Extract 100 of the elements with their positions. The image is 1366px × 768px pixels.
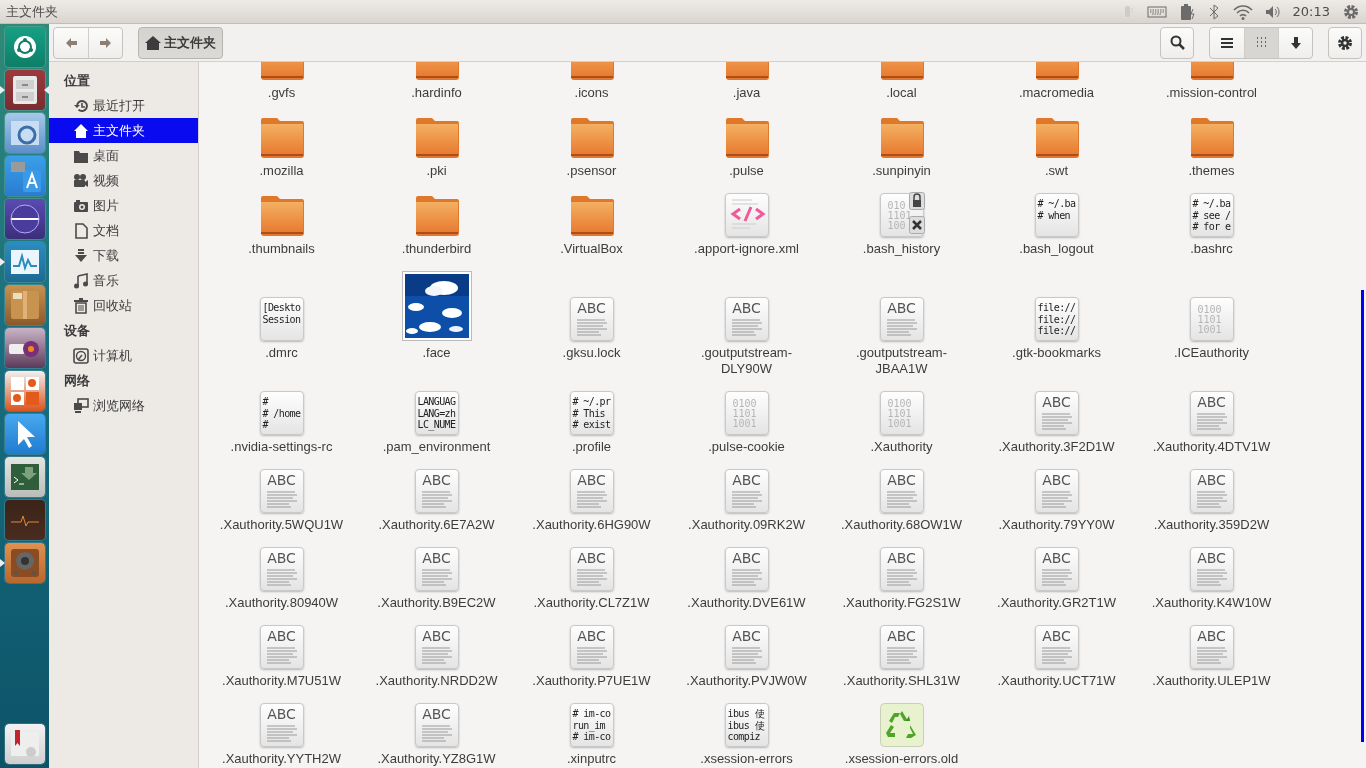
sidebar-item[interactable]: 回收站 [49,293,198,318]
document-icon[interactable]: ABC [1189,469,1234,513]
file-name[interactable]: .mission-control [1166,85,1257,101]
sidebar-item[interactable]: 下载 [49,243,198,268]
file-name[interactable]: .Xauthority.K4W10W [1151,595,1272,611]
file-name[interactable]: .Xauthority.4DTV1W [1152,439,1271,455]
file-name[interactable]: .Xauthority.GR2T1W [997,595,1116,611]
document-icon[interactable]: ABC [569,625,614,669]
app-launcher-icon[interactable] [4,199,45,239]
document-icon[interactable]: ABC [414,703,459,747]
folder-icon[interactable] [414,193,459,237]
folder-icon[interactable] [1189,115,1234,159]
file-name[interactable]: .Xauthority.CL7Z1W [533,595,650,611]
file-name[interactable]: .gvfs [267,85,296,101]
app-launcher-icon[interactable] [4,70,45,110]
file-name[interactable]: .dmrc [265,345,298,361]
document-icon[interactable]: ABC [414,469,459,513]
sidebar-item[interactable]: 主文件夹 [49,118,198,143]
file-name[interactable]: .gksu.lock [562,345,621,361]
document-icon[interactable]: # ~/.ba # see / # for e [1189,193,1234,237]
document-icon[interactable]: ABC [569,547,614,591]
file-name[interactable]: .Xauthority.SHL31W [843,673,960,689]
file-name[interactable]: .pki [426,163,447,179]
document-icon[interactable]: ABC [414,625,459,669]
file-name[interactable]: .profile [572,439,611,455]
file-name[interactable]: .bash_logout [1019,241,1094,257]
document-icon[interactable]: ABC [724,625,769,669]
file-name[interactable]: .nvidia-settings-rc [230,439,333,455]
file-name[interactable]: .Xauthority.FG2S1W [842,595,961,611]
file-name[interactable]: .macromedia [1018,85,1095,101]
search-button[interactable] [1160,26,1194,59]
document-icon[interactable]: ABC [724,469,769,513]
document-icon[interactable]: ABC [1034,391,1079,435]
document-icon[interactable]: ibus 使 ibus 使 compiz [724,703,769,747]
document-icon[interactable]: ABC [259,625,304,669]
file-name[interactable]: .bash_history [862,241,941,257]
document-icon[interactable]: ABC [569,469,614,513]
file-name[interactable]: .Xauthority.5WQU1W [219,517,344,533]
document-icon[interactable]: ABC [1034,625,1079,669]
document-icon[interactable]: ABC [1034,547,1079,591]
document-icon[interactable]: ABC [259,547,304,591]
document-icon[interactable]: ABC [259,703,304,747]
file-name[interactable]: .psensor [566,163,617,179]
file-name[interactable]: .goutputstream-JBAA1W [836,345,967,377]
wifi-icon[interactable] [1232,3,1253,20]
document-icon[interactable]: # ~/.pr # This # exist [569,391,614,435]
file-name[interactable]: .mozilla [259,163,304,179]
folder-icon[interactable] [569,115,614,159]
file-name[interactable]: .Xauthority.09RK2W [688,517,805,533]
app-launcher-icon[interactable] [4,543,45,583]
file-name[interactable]: .Xauthority.ULEP1W [1152,673,1271,689]
file-name[interactable]: .Xauthority.6HG90W [532,517,651,533]
file-name[interactable]: .Xauthority [870,439,933,455]
document-icon[interactable]: LANGUAG LANG=zh LC_NUME [414,391,459,435]
clock-text[interactable]: 20:13 [1292,4,1330,19]
file-name[interactable]: .swt [1044,163,1069,179]
app-launcher-icon[interactable] [4,27,45,67]
file-name[interactable]: .Xauthority.359D2W [1153,517,1270,533]
file-name[interactable]: .xsession-errors.old [844,751,959,767]
sidebar-item[interactable]: 桌面 [49,143,198,168]
file-name[interactable]: .xinputrc [566,751,617,767]
file-name[interactable]: .thumbnails [248,241,315,257]
file-name[interactable]: .Xauthority.DVE61W [687,595,806,611]
file-name[interactable]: .thunderbird [401,241,472,257]
app-launcher-icon[interactable] [4,457,45,497]
app-launcher-icon[interactable] [4,328,45,368]
document-icon[interactable]: ABC [1189,547,1234,591]
folder-icon[interactable] [259,115,304,159]
file-name[interactable]: .java [732,85,761,101]
scroll-thumb[interactable] [1361,290,1364,742]
file-name[interactable]: .icons [574,85,609,101]
document-icon[interactable]: ABC [879,297,924,341]
document-icon[interactable]: # # /home # [259,391,304,435]
file-name[interactable]: .gtk-bookmarks [1012,345,1101,361]
sidebar-item[interactable]: 图片 [49,193,198,218]
file-name[interactable]: .Xauthority.NRDD2W [375,673,498,689]
file-name[interactable]: .Xauthority.3F2D1W [998,439,1115,455]
document-icon[interactable]: ABC [1189,391,1234,435]
file-name[interactable]: .Xauthority.YYTH2W [222,751,341,767]
file-name[interactable]: .Xauthority.79YY0W [998,517,1115,533]
sidebar-item[interactable]: 音乐 [49,268,198,293]
recycle-icon[interactable] [879,703,924,747]
folder-icon[interactable] [569,193,614,237]
sidebar-item[interactable]: 最近打开 [49,93,198,118]
sidebar-item[interactable]: 文档 [49,218,198,243]
document-icon[interactable]: # im-co run_im # im-co [569,703,614,747]
file-name[interactable]: .themes [1188,163,1235,179]
file-name[interactable]: .goutputstream-DLY90W [681,345,812,377]
file-name[interactable]: .Xauthority.P7UE1W [532,673,651,689]
file-name[interactable]: .Xauthority.M7U51W [222,673,341,689]
settings-icon[interactable] [1342,2,1360,21]
file-name[interactable]: .face [422,345,451,361]
folder-icon[interactable] [879,115,924,159]
file-name[interactable]: .sunpinyin [872,163,931,179]
file-name[interactable]: .xsession-errors [700,751,793,767]
document-icon[interactable]: ABC [724,297,769,341]
document-icon[interactable]: ABC [1189,625,1234,669]
file-name[interactable]: .Xauthority.68OW1W [840,517,963,533]
folder-icon[interactable] [259,193,304,237]
file-name[interactable]: .apport-ignore.xml [694,241,799,257]
